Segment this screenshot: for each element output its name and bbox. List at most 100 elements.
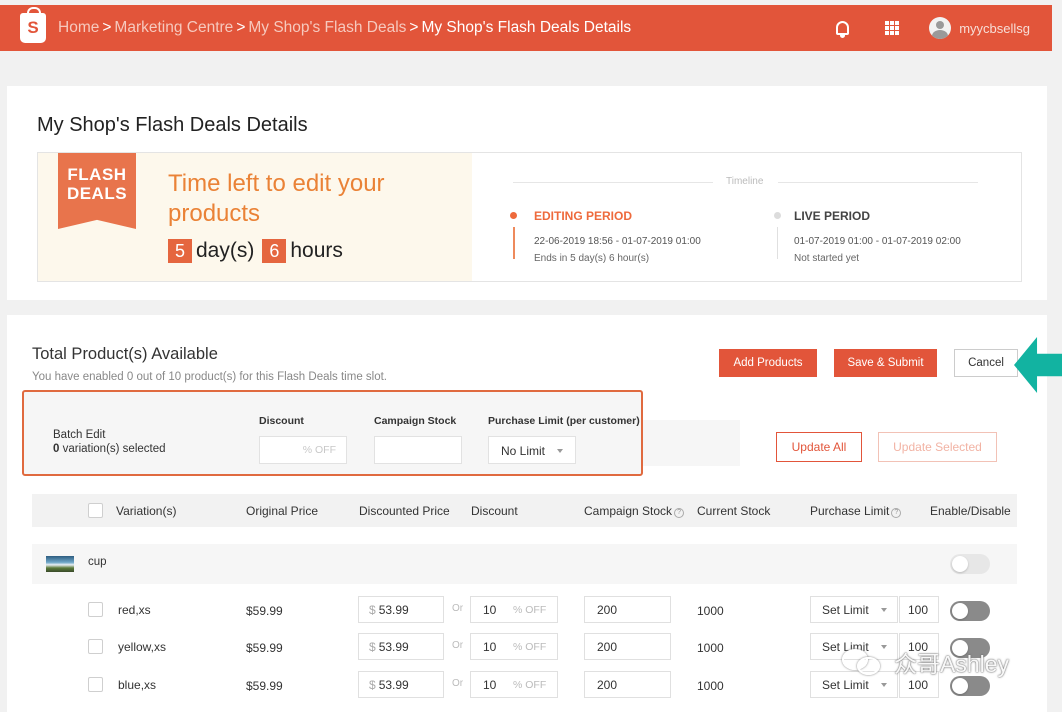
flash-deals-badge-icon: FLASH DEALS xyxy=(58,153,136,229)
or-label: Or xyxy=(452,678,464,689)
breadcrumb-current: My Shop's Flash Deals Details xyxy=(421,19,632,36)
col-discount: Discount xyxy=(471,504,518,518)
batch-limit-select[interactable]: No Limit xyxy=(488,436,576,464)
timeline-divider xyxy=(778,182,978,183)
add-products-button[interactable]: Add Products xyxy=(719,349,817,377)
product-thumbnail xyxy=(46,556,74,572)
breadcrumb-flash-deals[interactable]: My Shop's Flash Deals xyxy=(248,19,406,37)
help-icon[interactable]: ? xyxy=(674,508,685,518)
campaign-stock-input[interactable]: 200 xyxy=(584,671,671,698)
discount-input[interactable]: 10% OFF xyxy=(470,671,558,698)
watermark: 众哥Ashley xyxy=(842,645,1009,679)
page-title: My Shop's Flash Deals Details xyxy=(37,114,308,136)
live-period-status: Not started yet xyxy=(794,253,860,264)
col-original-price: Original Price xyxy=(246,504,319,518)
or-label: Or xyxy=(452,640,464,651)
time-panel: FLASH DEALS Time left to edit your produ… xyxy=(37,152,1022,282)
current-stock: 1000 xyxy=(697,604,724,618)
live-period: LIVE PERIOD 01-07-2019 01:00 - 01-07-201… xyxy=(774,209,961,264)
bell-icon[interactable] xyxy=(836,21,850,38)
username[interactable]: myycbsellsg xyxy=(959,21,1030,36)
variation-enable-toggle[interactable] xyxy=(950,676,990,696)
flash-deal-details-card: My Shop's Flash Deals Details FLASH DEAL… xyxy=(7,86,1047,300)
col-variations: Variation(s) xyxy=(116,504,177,518)
hours-unit: hours xyxy=(290,239,343,262)
help-icon[interactable]: ? xyxy=(891,508,902,518)
update-all-button[interactable]: Update All xyxy=(776,432,862,462)
purchase-limit-input[interactable]: 100 xyxy=(899,596,939,623)
save-submit-button[interactable]: Save & Submit xyxy=(834,349,937,377)
editing-period-status: Ends in 5 day(s) 6 hour(s) xyxy=(534,253,650,264)
breadcrumb-home[interactable]: Home xyxy=(58,19,99,37)
shopee-logo-icon[interactable]: S xyxy=(20,7,46,43)
discount-input[interactable]: 10% OFF xyxy=(470,633,558,660)
col-current-stock: Current Stock xyxy=(697,504,771,518)
product-group-row: cup xyxy=(32,544,1017,584)
countdown: 5 day(s) 6 hours xyxy=(168,239,343,263)
timeline-divider xyxy=(513,182,713,183)
timeline-label: Timeline xyxy=(726,176,764,187)
products-subtitle: You have enabled 0 out of 10 product(s) … xyxy=(32,371,387,383)
breadcrumb: Home > Marketing Centre > My Shop's Flas… xyxy=(58,19,631,37)
batch-stock-label: Campaign Stock xyxy=(374,415,457,427)
top-nav-bar: S Home > Marketing Centre > My Shop's Fl… xyxy=(0,5,1052,51)
discounted-price-input[interactable]: $53.99 xyxy=(358,671,444,698)
product-enable-toggle[interactable] xyxy=(950,554,990,574)
breadcrumb-separator: > xyxy=(102,19,112,36)
days-unit: day(s) xyxy=(196,239,255,262)
variation-name: red,xs xyxy=(118,603,151,617)
batch-edit-panel: Batch Edit 0 variation(s) selected Disco… xyxy=(22,390,643,476)
campaign-stock-input[interactable]: 200 xyxy=(584,633,671,660)
editing-period-range: 22-06-2019 18:56 - 01-07-2019 01:00 xyxy=(534,236,701,247)
purchase-limit-select[interactable]: Set Limit xyxy=(810,596,898,623)
live-period-range: 01-07-2019 01:00 - 01-07-2019 02:00 xyxy=(794,236,961,247)
days-count: 5 xyxy=(168,239,192,263)
hours-count: 6 xyxy=(262,239,287,263)
variation-enable-toggle[interactable] xyxy=(950,601,990,621)
live-period-label: LIVE PERIOD xyxy=(794,209,871,223)
original-price: $59.99 xyxy=(246,641,283,655)
select-all-checkbox[interactable] xyxy=(88,503,103,518)
cancel-button[interactable]: Cancel xyxy=(954,349,1018,377)
current-stock: 1000 xyxy=(697,679,724,693)
variation-name: blue,xs xyxy=(118,678,157,692)
or-label: Or xyxy=(452,603,464,614)
discounted-price-input[interactable]: $53.99 xyxy=(358,633,444,660)
chevron-down-icon xyxy=(557,449,563,453)
editing-period: EDITING PERIOD 22-06-2019 18:56 - 01-07-… xyxy=(510,209,701,264)
batch-limit-label: Purchase Limit (per customer) xyxy=(488,415,640,427)
update-selected-button[interactable]: Update Selected xyxy=(878,432,997,462)
batch-discount-input[interactable]: % OFF xyxy=(259,436,347,464)
time-left-title: Time left to edit your products xyxy=(168,170,385,227)
user-avatar-icon[interactable] xyxy=(929,17,952,39)
products-title: Total Product(s) Available xyxy=(32,345,218,363)
breadcrumb-separator: > xyxy=(409,19,419,36)
original-price: $59.99 xyxy=(246,604,283,618)
breadcrumb-separator: > xyxy=(236,19,246,36)
col-discounted-price: Discounted Price xyxy=(359,504,450,518)
row-checkbox[interactable] xyxy=(88,677,103,692)
apps-grid-icon[interactable] xyxy=(885,21,900,35)
chevron-down-icon xyxy=(881,608,887,612)
batch-edit-label: Batch Edit 0 variation(s) selected xyxy=(53,429,166,455)
editing-period-label: EDITING PERIOD xyxy=(534,209,633,223)
col-campaign-stock: Campaign Stock? xyxy=(584,504,685,518)
current-stock: 1000 xyxy=(697,641,724,655)
table-header: Variation(s) Original Price Discounted P… xyxy=(32,494,1017,527)
batch-discount-label: Discount xyxy=(259,415,304,427)
row-checkbox[interactable] xyxy=(88,639,103,654)
discount-input[interactable]: 10% OFF xyxy=(470,596,558,623)
discounted-price-input[interactable]: $53.99 xyxy=(358,596,444,623)
original-price: $59.99 xyxy=(246,679,283,693)
inactive-dot-icon xyxy=(774,212,781,219)
col-purchase-limit: Purchase Limit? xyxy=(810,504,902,518)
batch-stock-input[interactable] xyxy=(374,436,462,464)
chevron-down-icon xyxy=(881,683,887,687)
wechat-icon xyxy=(842,647,886,677)
campaign-stock-input[interactable]: 200 xyxy=(584,596,671,623)
breadcrumb-marketing-centre[interactable]: Marketing Centre xyxy=(114,19,233,37)
time-left-panel: FLASH DEALS Time left to edit your produ… xyxy=(38,153,472,281)
product-name: cup xyxy=(88,556,107,568)
row-checkbox[interactable] xyxy=(88,602,103,617)
active-dot-icon xyxy=(510,212,517,219)
